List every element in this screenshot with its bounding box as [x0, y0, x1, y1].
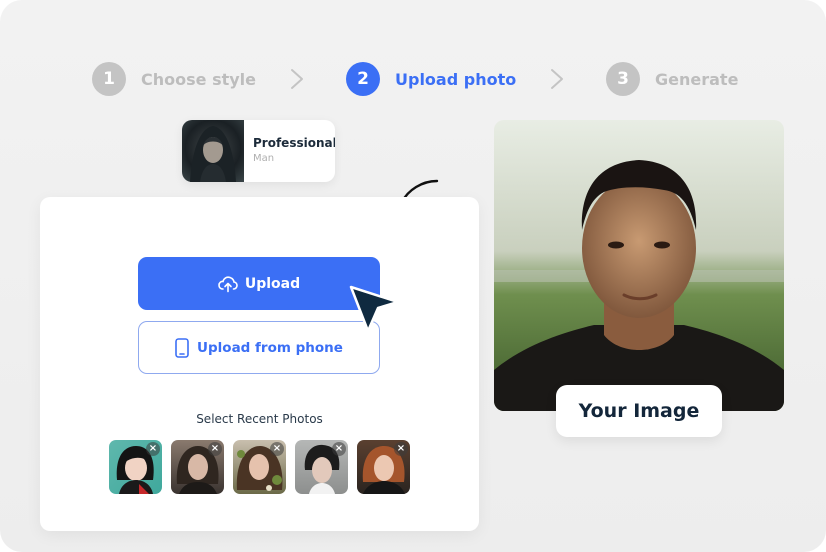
phone-icon: [175, 337, 189, 358]
upload-button-label: Upload: [244, 275, 301, 292]
hooded-figure-icon: [190, 126, 236, 182]
recent-photo-5[interactable]: ×: [357, 440, 410, 494]
chevron-right-icon: [291, 69, 303, 89]
recent-photo-4[interactable]: ×: [295, 440, 348, 494]
step-number: 2: [346, 62, 380, 96]
step-label: Upload photo: [395, 69, 517, 89]
canvas: 1 Choose style 2 Upload photo 3 Generate…: [0, 0, 826, 552]
recent-photos-list: × × × × ×: [109, 440, 410, 494]
remove-photo-icon[interactable]: ×: [146, 442, 160, 456]
your-image-badge: Your Image: [556, 385, 722, 437]
step-number: 1: [92, 62, 126, 96]
result-portrait-image: [494, 120, 784, 411]
recent-photo-2[interactable]: ×: [171, 440, 224, 494]
selected-style-card[interactable]: Professional Man: [182, 120, 335, 182]
upload-from-phone-label: Upload from phone: [197, 339, 343, 356]
step-number: 3: [606, 62, 640, 96]
upload-panel: Upload Upload from phone Select Recent P…: [40, 197, 479, 531]
remove-photo-icon[interactable]: ×: [332, 442, 346, 456]
chevron-right-icon: [551, 69, 563, 89]
step-choose-style[interactable]: 1 Choose style: [92, 62, 256, 96]
style-subtitle: Man: [253, 153, 275, 164]
portrait-photo: [494, 120, 784, 411]
style-thumbnail: [182, 120, 244, 182]
mouse-pointer-icon: [349, 285, 400, 333]
recent-photo-1[interactable]: ×: [109, 440, 162, 494]
style-title: Professional: [253, 136, 335, 150]
remove-photo-icon[interactable]: ×: [270, 442, 284, 456]
step-upload-photo[interactable]: 2 Upload photo: [346, 62, 516, 96]
upload-button[interactable]: Upload: [138, 257, 380, 310]
step-label: Generate: [655, 69, 739, 89]
remove-photo-icon[interactable]: ×: [208, 442, 222, 456]
recent-photos-label: Select Recent Photos: [196, 412, 323, 426]
recent-photo-3[interactable]: ×: [233, 440, 286, 494]
remove-photo-icon[interactable]: ×: [394, 442, 408, 456]
step-label: Choose style: [141, 69, 256, 89]
cloud-upload-icon: [218, 275, 238, 292]
step-generate[interactable]: 3 Generate: [606, 62, 738, 96]
upload-from-phone-button[interactable]: Upload from phone: [138, 321, 380, 374]
